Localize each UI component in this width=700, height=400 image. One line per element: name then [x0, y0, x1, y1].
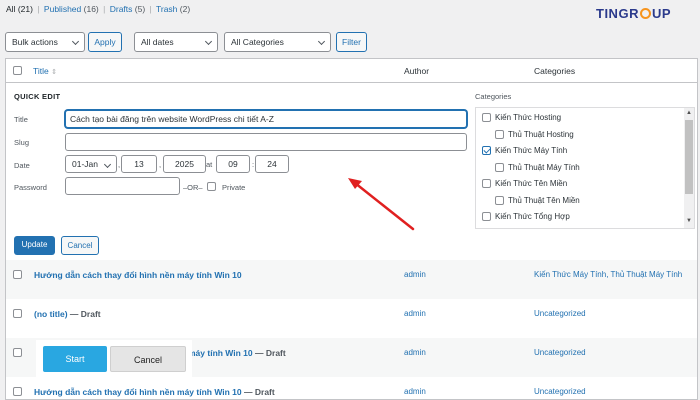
post-title-link[interactable]: Hướng dẫn cách thay đổi hình nền máy tín…	[34, 387, 275, 397]
category-item[interactable]: Thủ Thuật Hosting	[495, 129, 574, 139]
post-categories-link[interactable]: Uncategorized	[534, 309, 586, 318]
category-label: Kiến Thức Hosting	[495, 113, 562, 122]
sort-icon: ⇕	[51, 69, 57, 76]
category-checkbox[interactable]	[495, 195, 504, 205]
post-author-link[interactable]: admin	[404, 387, 426, 396]
select-all-checkbox[interactable]	[13, 66, 22, 75]
separator: |	[103, 4, 106, 14]
category-checkbox[interactable]	[482, 113, 491, 122]
password-input[interactable]	[65, 177, 180, 195]
category-checkbox[interactable]	[495, 129, 504, 139]
category-item[interactable]: Kiến Thức Máy Tính	[482, 146, 567, 155]
category-label: Thủ Thuật Máy Tính	[508, 162, 580, 172]
category-item[interactable]: Kiến Thức Tổng Hợp	[482, 212, 570, 221]
filter-button[interactable]: Filter	[336, 32, 367, 52]
categories-select[interactable]: All Categories	[224, 32, 331, 52]
table-row: Hướng dẫn cách thay đổi hình nền máy tín…	[6, 377, 697, 400]
post-title-link[interactable]: Hướng dẫn cách thay đổi hình nền máy tín…	[34, 270, 242, 280]
cancel-button[interactable]: Cancel	[61, 236, 99, 255]
separator: |	[149, 4, 152, 14]
category-checklist[interactable]: Kiến Thức Hosting Thủ Thuật Hosting Kiến T…	[475, 107, 695, 229]
title-label: Title	[14, 115, 28, 124]
post-author-link[interactable]: admin	[404, 270, 426, 279]
post-categories-link[interactable]: Kiến Thức Máy Tính, Thủ Thuật Máy Tính	[534, 270, 682, 279]
table-header: Title ⇕ Author Categories	[6, 59, 697, 83]
category-item[interactable]: Kiến Thức Hosting	[482, 113, 561, 122]
post-title-link[interactable]: (no title) — Draft	[34, 309, 101, 319]
category-label: Thủ Thuật Tên Miền	[508, 195, 580, 205]
category-checkbox[interactable]	[482, 212, 491, 221]
date-separator: ,	[159, 160, 162, 169]
update-button[interactable]: Update	[14, 236, 55, 255]
dates-select[interactable]: All dates	[134, 32, 218, 52]
logo-ring-icon	[639, 8, 651, 19]
table-row: (no title) — Draft admin Uncategorized	[6, 299, 697, 338]
category-item[interactable]: Thủ Thuật Tên Miền	[495, 195, 580, 205]
annotation-arrow-icon	[348, 178, 415, 231]
row-checkbox[interactable]	[13, 270, 22, 279]
date-year-input[interactable]: 2025	[163, 155, 206, 173]
post-title-link[interactable]: máy tính Win 10 — Draft	[188, 348, 286, 358]
title-column-header[interactable]: Title ⇕	[33, 66, 57, 76]
bulk-actions-select[interactable]: Bulk actions	[5, 32, 85, 52]
status-published[interactable]: Published (16)	[44, 4, 99, 14]
category-checkbox[interactable]	[482, 179, 491, 188]
private-checkbox[interactable]	[207, 182, 216, 191]
table-row: Hướng dẫn cách thay đổi hình nền máy tín…	[6, 260, 697, 299]
category-label: Kiến Thức Máy Tính	[495, 146, 568, 155]
row-checkbox[interactable]	[13, 387, 22, 396]
category-label: Kiến Thức Tên Miền	[495, 179, 568, 188]
private-label: Private	[222, 183, 246, 192]
post-author-link[interactable]: admin	[404, 309, 426, 318]
slug-label: Slug	[14, 138, 30, 147]
checklist-scrollbar[interactable]: ▲ ▼	[684, 108, 694, 228]
category-item[interactable]: Thủ Thuật Máy Tính	[495, 162, 580, 172]
row-checkbox[interactable]	[13, 348, 22, 357]
time-separator: :	[252, 160, 255, 169]
status-all[interactable]: All (21)	[6, 4, 33, 14]
categories-column-header: Categories	[534, 66, 576, 76]
title-input[interactable]: Cách tạo bài đăng trên website WordPress…	[65, 110, 467, 128]
scroll-up-icon[interactable]: ▲	[686, 110, 692, 116]
separator: |	[37, 4, 40, 14]
row-checkbox[interactable]	[13, 309, 22, 318]
overlay-cancel-button[interactable]: Cancel	[110, 346, 186, 372]
date-month-select[interactable]: 01-Jan	[65, 155, 117, 173]
post-author-link[interactable]: admin	[404, 348, 426, 357]
status-trash[interactable]: Trash (2)	[156, 4, 190, 14]
status-drafts[interactable]: Drafts (5)	[110, 4, 145, 14]
quick-edit-heading: QUICK EDIT	[14, 92, 61, 101]
password-label: Password	[14, 183, 47, 192]
category-checkbox[interactable]	[495, 162, 504, 172]
date-label: Date	[14, 161, 30, 170]
date-separator: ,	[118, 160, 121, 169]
scroll-down-icon[interactable]: ▼	[686, 218, 692, 224]
or-text: –OR–	[183, 183, 203, 192]
categories-label: Categories	[475, 92, 512, 101]
category-label: Kiến Thức Tổng Hợp	[495, 212, 570, 221]
author-column-header: Author	[404, 66, 430, 76]
post-categories-link[interactable]: Uncategorized	[534, 387, 586, 396]
date-at-text: at	[206, 160, 213, 169]
category-checkbox[interactable]	[482, 146, 491, 155]
apply-button[interactable]: Apply	[88, 32, 122, 52]
category-label: Thủ Thuật Hosting	[508, 129, 574, 139]
post-categories-link[interactable]: Uncategorized	[534, 348, 586, 357]
slug-input[interactable]	[65, 133, 467, 151]
date-minute-input[interactable]: 24	[255, 155, 289, 173]
date-day-input[interactable]: 13	[121, 155, 157, 173]
post-status-filter: All (21) | Published (16) | Drafts (5) |…	[6, 4, 190, 14]
date-hour-input[interactable]: 09	[216, 155, 250, 173]
tinogroup-logo: TIN GR UP	[596, 6, 672, 21]
scroll-thumb[interactable]	[685, 120, 693, 194]
category-item[interactable]: Kiến Thức Tên Miền	[482, 179, 567, 188]
start-button[interactable]: Start	[43, 346, 107, 372]
